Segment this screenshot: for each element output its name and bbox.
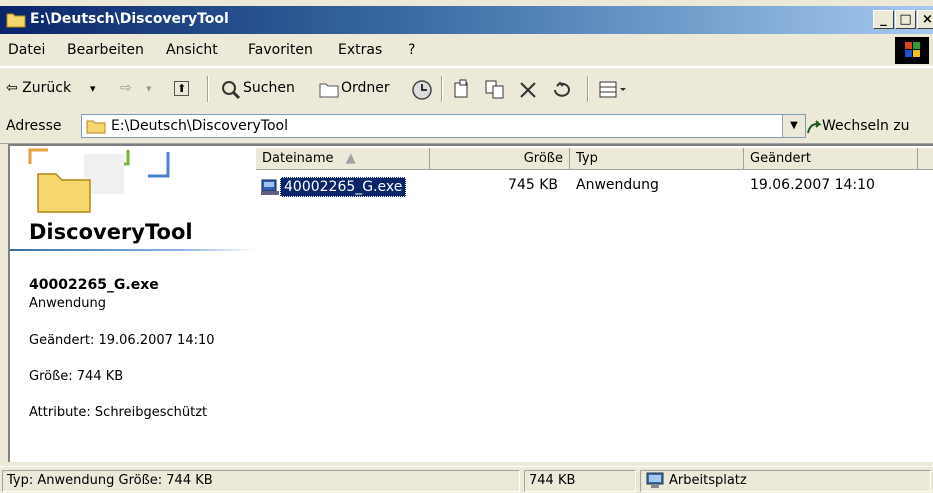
address-value: E:\Deutsch\DiscoveryTool — [111, 118, 288, 134]
column-header-modified[interactable]: Geändert — [744, 148, 918, 170]
undo-icon[interactable] — [551, 80, 573, 100]
status-location: Arbeitsplatz — [640, 470, 931, 492]
address-input[interactable]: E:\Deutsch\DiscoveryTool ▼ — [81, 114, 806, 138]
history-icon[interactable] — [411, 79, 433, 101]
go-button[interactable]: Wechseln zu — [822, 118, 910, 134]
sort-ascending-icon: ▲ — [345, 151, 356, 166]
address-bar: Adresse E:\Deutsch\DiscoveryTool ▼ Wechs… — [0, 110, 933, 144]
selected-file-size: Größe: 744 KB — [29, 369, 124, 384]
windows-logo-icon — [895, 37, 929, 64]
menu-bearbeiten[interactable]: Bearbeiten — [67, 42, 144, 58]
title-underline — [10, 249, 256, 251]
toolbar-separator — [587, 76, 589, 102]
details-pane: DiscoveryTool 40002265_G.exe Anwendung G… — [10, 146, 258, 462]
status-bar: Typ: Anwendung Größe: 744 KB 744 KB Arbe… — [0, 466, 933, 493]
explorer-window: E:\Deutsch\DiscoveryTool _ □ × Datei Bea… — [0, 0, 933, 493]
status-location-label: Arbeitsplatz — [669, 473, 747, 488]
windows-flag-icon — [905, 42, 920, 57]
address-dropdown-button[interactable]: ▼ — [782, 115, 805, 137]
file-name[interactable]: 40002265_G.exe — [280, 177, 407, 197]
file-type: Anwendung — [576, 177, 659, 193]
back-dropdown[interactable]: ▾ — [90, 82, 96, 95]
title-bar[interactable]: E:\Deutsch\DiscoveryTool _ □ × — [0, 6, 933, 34]
menu-ansicht[interactable]: Ansicht — [166, 42, 218, 58]
column-header-type[interactable]: Typ — [570, 148, 744, 170]
column-header-name[interactable]: Dateiname ▲ — [256, 148, 430, 170]
back-button[interactable]: ⇦ Zurück — [6, 80, 71, 96]
go-arrow-icon — [807, 120, 822, 134]
window-title: E:\Deutsch\DiscoveryTool — [30, 11, 229, 27]
column-header-size[interactable]: Größe — [430, 148, 570, 170]
folder-banner-icon — [28, 148, 170, 213]
views-icon[interactable] — [598, 80, 628, 100]
computer-icon — [646, 472, 664, 488]
minimize-button[interactable]: _ — [873, 10, 894, 29]
delete-icon[interactable] — [518, 80, 538, 100]
menu-favoriten[interactable]: Favoriten — [248, 42, 313, 58]
selected-file-attributes: Attribute: Schreibgeschützt — [29, 405, 208, 420]
selected-file-modified: Geändert: 19.06.2007 14:10 — [29, 333, 215, 348]
file-modified: 19.06.2007 14:10 — [750, 177, 875, 193]
selected-file-name: 40002265_G.exe — [29, 277, 159, 293]
folders-button[interactable]: Ordner — [341, 80, 390, 96]
application-icon — [261, 179, 279, 195]
maximize-button[interactable]: □ — [895, 10, 916, 29]
toolbar-separator — [207, 76, 209, 102]
content-area: DiscoveryTool 40002265_G.exe Anwendung G… — [8, 144, 933, 462]
folder-title: DiscoveryTool — [29, 220, 193, 244]
file-size: 745 KB — [508, 177, 558, 193]
copy-to-icon[interactable] — [484, 79, 506, 101]
folder-icon — [86, 120, 106, 134]
move-to-icon[interactable] — [452, 79, 474, 101]
search-button[interactable]: Suchen — [243, 80, 295, 96]
toolbar-separator — [441, 76, 443, 102]
forward-dropdown[interactable]: ▾ — [146, 82, 152, 95]
column-name-label: Dateiname — [262, 151, 334, 166]
status-size: 744 KB — [524, 470, 636, 492]
menu-datei[interactable]: Datei — [8, 42, 45, 58]
menu-bar: Datei Bearbeiten Ansicht Favoriten Extra… — [0, 34, 933, 67]
column-header-filler — [918, 148, 933, 170]
search-icon — [222, 81, 241, 100]
menu-extras[interactable]: Extras — [338, 42, 382, 58]
selected-file-type: Anwendung — [29, 296, 106, 311]
folders-icon — [319, 83, 339, 98]
folder-icon — [6, 13, 26, 28]
close-button[interactable]: × — [917, 10, 933, 29]
address-label: Adresse — [6, 118, 62, 134]
toolbar: ⇦ Zurück ▾ ⇨ ▾ ⬆ Suchen Ordner — [0, 67, 933, 111]
forward-button[interactable]: ⇨ — [120, 80, 132, 96]
status-info: Typ: Anwendung Größe: 744 KB — [2, 470, 520, 492]
up-folder-button[interactable]: ⬆ — [174, 81, 190, 96]
menu-help[interactable]: ? — [408, 42, 415, 58]
